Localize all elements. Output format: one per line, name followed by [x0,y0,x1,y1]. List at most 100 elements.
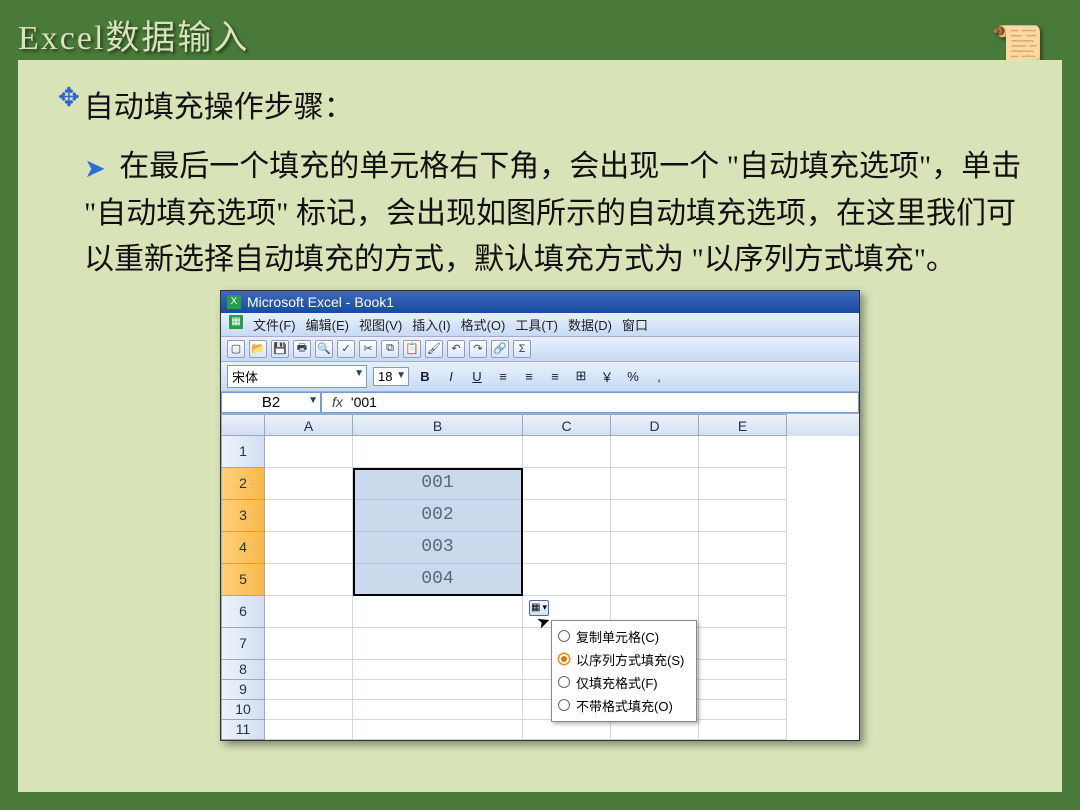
cell-E1[interactable] [699,436,787,468]
cell-D3[interactable] [611,500,699,532]
menu-format[interactable]: 格式(O) [461,315,506,334]
row-header[interactable]: 6 [221,596,265,628]
cell-B5[interactable]: 004 [353,564,523,596]
font-name-select[interactable]: 宋体 ▼ [227,365,367,388]
cell-E9[interactable] [699,680,787,700]
menu-tools[interactable]: 工具(T) [515,315,558,334]
menu-insert[interactable]: 插入(I) [412,315,450,334]
font-size-select[interactable]: 18 ▼ [373,367,409,386]
link-button[interactable]: 🔗 [491,340,509,358]
row-header[interactable]: 4 [221,532,265,564]
spell-button[interactable]: ✓ [337,340,355,358]
cell-E10[interactable] [699,700,787,720]
select-all-corner[interactable] [221,414,265,436]
row-header[interactable]: 7 [221,628,265,660]
formula-input[interactable]: fx '001 [321,392,859,413]
cell-E3[interactable] [699,500,787,532]
autofill-option[interactable]: 以序列方式填充(S) [554,648,694,671]
cell-C5[interactable] [523,564,611,596]
col-header-B[interactable]: B [353,414,523,436]
align-center-button[interactable]: ≡ [519,367,539,385]
cell-C11[interactable] [523,720,611,740]
align-left-button[interactable]: ≡ [493,367,513,385]
undo-button[interactable]: ↶ [447,340,465,358]
row-header[interactable]: 1 [221,436,265,468]
cell-B1[interactable] [353,436,523,468]
row-header[interactable]: 9 [221,680,265,700]
autosum-button[interactable]: Σ [513,340,531,358]
cell-D11[interactable] [611,720,699,740]
cell-E6[interactable] [699,596,787,628]
paste-button[interactable]: 📋 [403,340,421,358]
preview-button[interactable]: 🔍 [315,340,333,358]
name-box[interactable]: B2 ▼ [221,392,321,413]
redo-button[interactable]: ↷ [469,340,487,358]
cell-A3[interactable] [265,500,353,532]
menu-data[interactable]: 数据(D) [568,315,612,334]
row-header[interactable]: 8 [221,660,265,680]
cell-A7[interactable] [265,628,353,660]
row-header[interactable]: 11 [221,720,265,740]
open-button[interactable]: 📂 [249,340,267,358]
copy-button[interactable]: ⧉ [381,340,399,358]
row-header[interactable]: 5 [221,564,265,596]
cell-C2[interactable] [523,468,611,500]
format-painter-button[interactable]: 🖌 [425,340,443,358]
row-header[interactable]: 3 [221,500,265,532]
cell-B10[interactable] [353,700,523,720]
cell-E7[interactable] [699,628,787,660]
col-header-D[interactable]: D [611,414,699,436]
cell-D2[interactable] [611,468,699,500]
cell-B7[interactable] [353,628,523,660]
menu-file[interactable]: 文件(F) [253,315,296,334]
spreadsheet-grid[interactable]: ABCDE 1200130024003500467891011▦➤复制单元格(C… [221,414,859,740]
menu-edit[interactable]: 编辑(E) [306,315,349,334]
percent-button[interactable]: % [623,367,643,385]
cell-A5[interactable] [265,564,353,596]
cell-E2[interactable] [699,468,787,500]
cell-A8[interactable] [265,660,353,680]
bold-button[interactable]: B [415,367,435,385]
row-header[interactable]: 2 [221,468,265,500]
autofill-option[interactable]: 不带格式填充(O) [554,694,694,717]
cell-B8[interactable] [353,660,523,680]
menu-view[interactable]: 视图(V) [359,315,402,334]
cell-A10[interactable] [265,700,353,720]
cell-A2[interactable] [265,468,353,500]
cell-B6[interactable] [353,596,523,628]
cell-E11[interactable] [699,720,787,740]
cell-E4[interactable] [699,532,787,564]
col-header-A[interactable]: A [265,414,353,436]
underline-button[interactable]: U [467,367,487,385]
print-button[interactable]: 🖶 [293,340,311,358]
cell-B11[interactable] [353,720,523,740]
cell-A9[interactable] [265,680,353,700]
cell-B4[interactable]: 003 [353,532,523,564]
autofill-option[interactable]: 仅填充格式(F) [554,671,694,694]
cell-D4[interactable] [611,532,699,564]
cell-C3[interactable] [523,500,611,532]
cell-A4[interactable] [265,532,353,564]
save-button[interactable]: 💾 [271,340,289,358]
menu-window[interactable]: 窗口 [622,315,648,334]
col-header-E[interactable]: E [699,414,787,436]
currency-button[interactable]: ￥ [597,367,617,385]
cell-C1[interactable] [523,436,611,468]
autofill-option[interactable]: 复制单元格(C) [554,625,694,648]
align-right-button[interactable]: ≡ [545,367,565,385]
merge-button[interactable]: ⊞ [571,367,591,385]
cell-E8[interactable] [699,660,787,680]
cell-C4[interactable] [523,532,611,564]
cut-button[interactable]: ✂ [359,340,377,358]
cell-B2[interactable]: 001 [353,468,523,500]
col-header-C[interactable]: C [523,414,611,436]
cell-B9[interactable] [353,680,523,700]
italic-button[interactable]: I [441,367,461,385]
cell-A11[interactable] [265,720,353,740]
row-header[interactable]: 10 [221,700,265,720]
comma-button[interactable]: , [649,367,669,385]
cell-D5[interactable] [611,564,699,596]
new-button[interactable]: ▢ [227,340,245,358]
cell-A6[interactable] [265,596,353,628]
cell-D1[interactable] [611,436,699,468]
